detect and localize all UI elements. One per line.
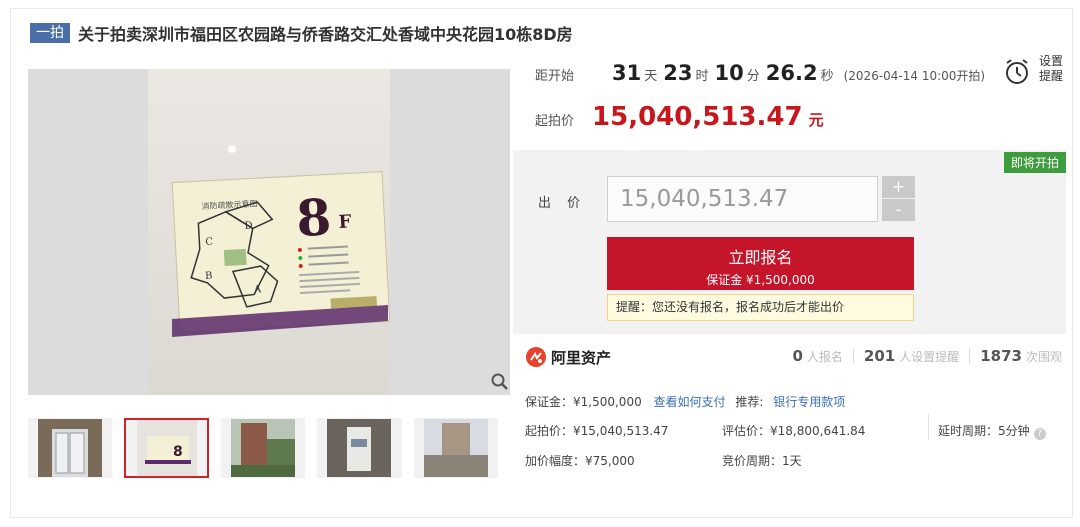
page-title: 关于拍卖深圳市福田区农园路与侨香路交汇处香域中央花园10栋8D房 xyxy=(78,25,573,44)
zone-a-label: A xyxy=(253,284,263,295)
bid-panel: 即将开拍 出 价 15,040,513.47 + - 立即报名 保证金 ¥1,5… xyxy=(513,150,1066,334)
signup-tip: 提醒：您还没有报名，报名成功后才能出价 xyxy=(607,294,914,321)
reminder-label-2: 提醒 xyxy=(1039,69,1064,83)
round-badge: 一拍 xyxy=(30,23,70,43)
view-count-label: 次围观 xyxy=(1025,350,1062,364)
countdown-minutes: 10 xyxy=(714,61,744,85)
decrease-bid-button[interactable]: - xyxy=(882,199,915,221)
info-divider xyxy=(928,414,929,440)
delay-period-info: 延时周期：5分钟? xyxy=(938,422,1046,440)
auction-stats: 0 人报名 201 人设置提醒 1873 次围观 xyxy=(792,347,1062,365)
sign-floor-number: 8 xyxy=(295,187,333,248)
start-price-unit: 元 xyxy=(808,111,824,129)
bid-label: 出 价 xyxy=(538,196,587,211)
countdown-seconds: 26.2 xyxy=(765,61,818,85)
thumbnail-1[interactable] xyxy=(28,418,113,478)
signup-button-label: 立即报名 xyxy=(728,248,793,267)
increment-info: 加价幅度：¥75,000 xyxy=(525,454,635,468)
remind-count: 201 xyxy=(863,347,896,365)
start-price-row: 起拍价 15,040,513.47 元 xyxy=(535,102,824,132)
recommend-label: 推荐: xyxy=(735,395,764,409)
svg-text:8: 8 xyxy=(173,444,183,460)
status-badge: 即将开拍 xyxy=(1003,152,1066,173)
countdown-minutes-unit: 分 xyxy=(746,69,760,84)
deposit-info: 保证金：¥1,500,000 xyxy=(525,395,642,409)
set-reminder-button[interactable]: 设置 提醒 xyxy=(1003,54,1068,94)
auction-start-time: (2026-04-14 10:00开拍) xyxy=(843,69,986,83)
zone-b-label: B xyxy=(205,271,213,282)
property-photo: 消防疏散示意图 C D B A 8 F xyxy=(148,69,391,395)
deposit-line: 保证金：¥1,500,000 查看如何支付 推荐: 银行专用款项 xyxy=(525,393,845,410)
countdown-hours: 23 xyxy=(663,61,693,85)
help-icon[interactable]: ? xyxy=(1033,428,1046,440)
start-price-label: 起拍价 xyxy=(535,114,575,129)
view-count: 1873 xyxy=(980,347,1022,365)
bank-payment-link[interactable]: 银行专用款项 xyxy=(773,395,845,409)
delay-period-text: 延时周期：5分钟 xyxy=(938,424,1030,438)
platform-stats-row: 阿里资产 0 人报名 201 人设置提醒 1873 次围观 xyxy=(525,344,1068,372)
signup-deposit-label: 保证金 ¥1,500,000 xyxy=(706,273,815,287)
thumbnail-strip: 8 xyxy=(28,418,510,480)
stat-divider xyxy=(852,348,854,364)
signup-count-label: 人报名 xyxy=(806,350,843,364)
sign-floor-suffix: F xyxy=(338,211,352,233)
signup-count: 0 xyxy=(792,347,803,365)
bid-amount-input[interactable]: 15,040,513.47 xyxy=(607,176,878,222)
ali-assets-icon xyxy=(526,347,546,367)
platform-name: 阿里资产 xyxy=(551,348,612,367)
bid-period-info: 竞价周期：1天 xyxy=(722,454,802,468)
countdown-days-unit: 天 xyxy=(644,69,658,84)
countdown-seconds-unit: 秒 xyxy=(820,69,834,84)
start-price-value: 15,040,513.47 xyxy=(592,102,803,132)
reminder-label-1: 设置 xyxy=(1039,54,1064,68)
zoom-icon[interactable] xyxy=(490,372,510,392)
countdown-days: 31 xyxy=(612,61,642,85)
stat-divider xyxy=(969,348,971,364)
zone-d-label: D xyxy=(244,220,253,231)
thumbnail-4[interactable] xyxy=(317,418,402,478)
countdown: 距开始 31 天 23 时 10 分 26.2 秒 (2026-04-14 10… xyxy=(535,61,985,85)
title-row: 一拍 关于拍卖深圳市福田区农园路与侨香路交汇处香域中央花园10栋8D房 xyxy=(30,22,573,44)
appraisal-info: 评估价：¥18,800,641.84 xyxy=(722,424,866,438)
how-to-pay-link[interactable]: 查看如何支付 xyxy=(654,395,726,409)
zone-c-label: C xyxy=(205,237,214,248)
thumbnail-2[interactable]: 8 xyxy=(124,418,209,478)
countdown-label: 距开始 xyxy=(535,69,575,84)
countdown-hours-unit: 时 xyxy=(695,69,709,84)
increase-bid-button[interactable]: + xyxy=(882,176,915,198)
start-price-info: 起拍价：¥15,040,513.47 xyxy=(525,424,669,438)
remind-count-label: 人设置提醒 xyxy=(899,350,960,364)
ali-assets-logo[interactable]: 阿里资产 xyxy=(525,346,611,368)
thumbnail-3[interactable] xyxy=(220,418,306,478)
signup-button[interactable]: 立即报名 保证金 ¥1,500,000 xyxy=(607,237,914,290)
thumbnail-5[interactable] xyxy=(413,418,498,478)
main-image[interactable]: 消防疏散示意图 C D B A 8 F xyxy=(28,69,510,395)
alarm-clock-icon xyxy=(1006,59,1028,84)
